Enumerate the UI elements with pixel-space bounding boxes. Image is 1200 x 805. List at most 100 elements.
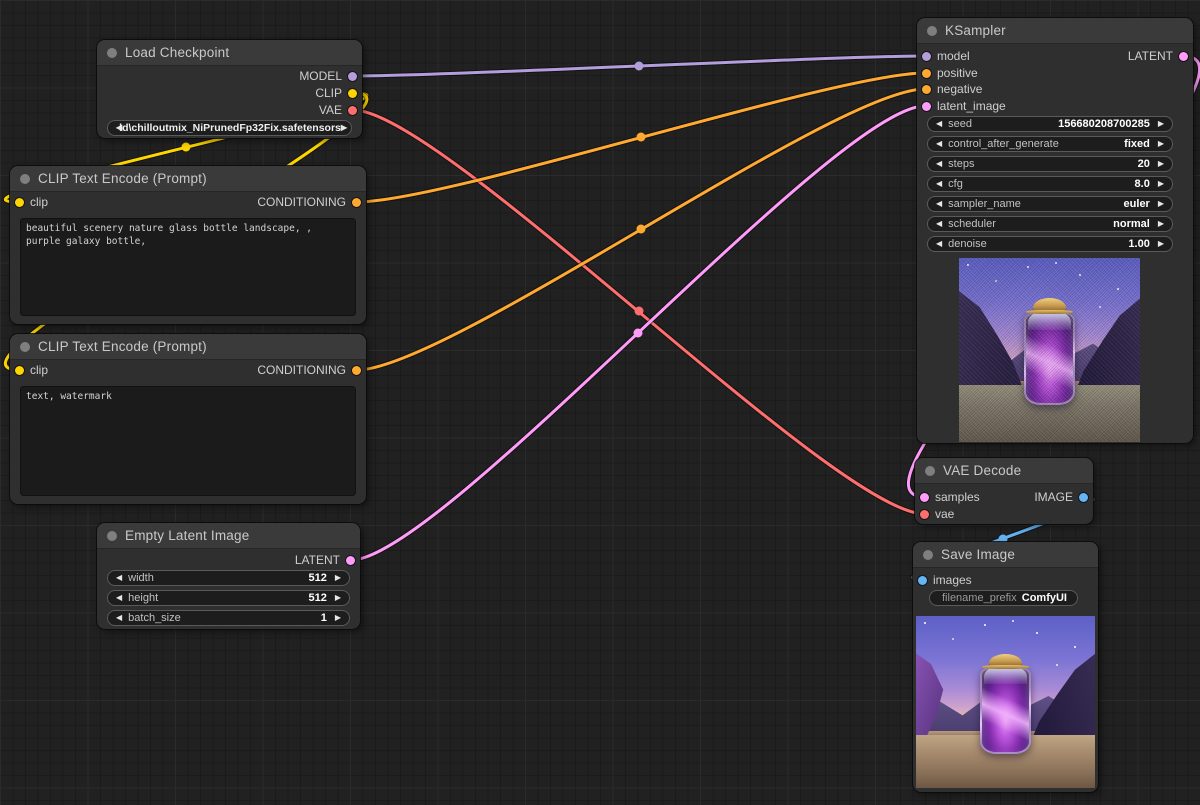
conditioning-port-icon[interactable]	[922, 85, 931, 94]
decrement-arrow-icon[interactable]: ◀	[116, 614, 122, 622]
decrement-arrow-icon[interactable]: ◀	[116, 574, 122, 582]
node-vae-decode[interactable]: VAE Decode samples vae IMAGE	[915, 458, 1093, 524]
conditioning-port-icon[interactable]	[922, 69, 931, 78]
denoise-widget[interactable]: ◀ denoise 1.00 ▶	[927, 236, 1173, 252]
node-save-image[interactable]: Save Image images filename_prefix ComfyU…	[913, 542, 1098, 792]
increment-arrow-icon[interactable]: ▶	[335, 614, 341, 622]
output-latent[interactable]: LATENT	[295, 552, 355, 568]
decrement-arrow-icon[interactable]: ◀	[936, 180, 942, 188]
decrement-arrow-icon[interactable]: ◀	[116, 594, 122, 602]
increment-arrow-icon[interactable]: ▶	[1158, 180, 1164, 188]
image-port-icon[interactable]	[1079, 493, 1088, 502]
link-midpoint-dot[interactable]	[637, 225, 646, 234]
collapse-dot[interactable]	[107, 48, 117, 58]
increment-arrow-icon[interactable]: ▶	[1158, 220, 1164, 228]
input-positive[interactable]: positive	[922, 65, 978, 81]
link-midpoint-dot[interactable]	[182, 143, 191, 152]
increment-arrow-icon[interactable]: ▶	[1158, 200, 1164, 208]
link-midpoint-dot[interactable]	[635, 307, 644, 316]
output-latent[interactable]: LATENT	[1128, 48, 1188, 64]
decrement-arrow-icon[interactable]: ◀	[936, 120, 942, 128]
output-vae[interactable]: VAE	[319, 102, 357, 118]
input-negative[interactable]: negative	[922, 81, 982, 97]
decrement-arrow-icon[interactable]: ◀	[936, 240, 942, 248]
conditioning-port-icon[interactable]	[352, 198, 361, 207]
filename-prefix-widget[interactable]: filename_prefix ComfyUI	[929, 590, 1078, 606]
ckpt-name-widget[interactable]: ◀ ld\chilloutmix_NiPrunedFp32Fix.safeten…	[107, 120, 352, 136]
input-latent-image[interactable]: latent_image	[922, 98, 1006, 114]
cfg-widget[interactable]: ◀ cfg 8.0 ▶	[927, 176, 1173, 192]
output-label: MODEL	[299, 69, 342, 83]
decrement-arrow-icon[interactable]: ◀	[936, 140, 942, 148]
steps-widget[interactable]: ◀ steps 20 ▶	[927, 156, 1173, 172]
node-load-checkpoint[interactable]: Load Checkpoint MODEL CLIP VAE ◀ ld\chil…	[97, 40, 362, 138]
graph-canvas[interactable]: Load Checkpoint MODEL CLIP VAE ◀ ld\chil…	[0, 0, 1200, 805]
increment-arrow-icon[interactable]: ▶	[335, 574, 341, 582]
node-title-bar[interactable]: CLIP Text Encode (Prompt)	[10, 334, 366, 360]
link-midpoint-dot[interactable]	[635, 62, 644, 71]
collapse-dot[interactable]	[923, 550, 933, 560]
increment-arrow-icon[interactable]: ▶	[1158, 140, 1164, 148]
node-clip-text-encode-positive[interactable]: CLIP Text Encode (Prompt) clip CONDITION…	[10, 166, 366, 324]
scheduler-widget[interactable]: ◀ scheduler normal ▶	[927, 216, 1173, 232]
node-clip-text-encode-negative[interactable]: CLIP Text Encode (Prompt) clip CONDITION…	[10, 334, 366, 504]
clip-port-icon[interactable]	[348, 89, 357, 98]
input-samples[interactable]: samples	[920, 489, 980, 505]
collapse-dot[interactable]	[107, 531, 117, 541]
node-title-bar[interactable]: Save Image	[913, 542, 1098, 568]
decrement-arrow-icon[interactable]: ◀	[936, 160, 942, 168]
input-clip[interactable]: clip	[15, 194, 48, 210]
output-conditioning[interactable]: CONDITIONING	[257, 194, 361, 210]
conditioning-port-icon[interactable]	[352, 366, 361, 375]
node-title-bar[interactable]: Empty Latent Image	[97, 523, 360, 549]
collapse-dot[interactable]	[20, 342, 30, 352]
latent-port-icon[interactable]	[922, 102, 931, 111]
seed-widget[interactable]: ◀ seed 156680208700285 ▶	[927, 116, 1173, 132]
node-title-bar[interactable]: CLIP Text Encode (Prompt)	[10, 166, 366, 192]
height-widget[interactable]: ◀ height 512 ▶	[107, 590, 350, 606]
increment-arrow-icon[interactable]: ▶	[1158, 120, 1164, 128]
prompt-textarea[interactable]: beautiful scenery nature glass bottle la…	[20, 218, 356, 316]
model-port-icon[interactable]	[348, 72, 357, 81]
output-clip[interactable]: CLIP	[315, 85, 357, 101]
prompt-textarea[interactable]: text, watermark	[20, 386, 356, 496]
input-clip[interactable]: clip	[15, 362, 48, 378]
input-images[interactable]: images	[918, 572, 972, 588]
node-title-bar[interactable]: VAE Decode	[915, 458, 1093, 484]
collapse-dot[interactable]	[20, 174, 30, 184]
control-after-generate-widget[interactable]: ◀ control_after_generate fixed ▶	[927, 136, 1173, 152]
decrement-arrow-icon[interactable]: ◀	[936, 200, 942, 208]
input-vae[interactable]: vae	[920, 506, 954, 522]
image-port-icon[interactable]	[918, 576, 927, 585]
input-model[interactable]: model	[922, 48, 970, 64]
collapse-dot[interactable]	[925, 466, 935, 476]
link-midpoint-dot[interactable]	[634, 329, 643, 338]
node-title-bar[interactable]: Load Checkpoint	[97, 40, 362, 66]
latent-port-icon[interactable]	[1179, 52, 1188, 61]
output-image[interactable]: IMAGE	[1034, 489, 1088, 505]
decrement-arrow-icon[interactable]: ◀	[936, 220, 942, 228]
clip-port-icon[interactable]	[15, 366, 24, 375]
clip-port-icon[interactable]	[15, 198, 24, 207]
increment-arrow-icon[interactable]: ▶	[1158, 160, 1164, 168]
batch-size-widget[interactable]: ◀ batch_size 1 ▶	[107, 610, 350, 626]
node-ksampler[interactable]: KSampler model positive negative latent_…	[917, 18, 1193, 443]
model-port-icon[interactable]	[922, 52, 931, 61]
vae-port-icon[interactable]	[920, 510, 929, 519]
increment-arrow-icon[interactable]: ▶	[341, 124, 347, 132]
collapse-dot[interactable]	[927, 26, 937, 36]
increment-arrow-icon[interactable]: ▶	[1158, 240, 1164, 248]
link-midpoint-dot[interactable]	[637, 133, 646, 142]
galaxy-bottle-illustration	[1024, 298, 1075, 405]
output-conditioning[interactable]: CONDITIONING	[257, 362, 361, 378]
input-label: images	[933, 573, 972, 587]
increment-arrow-icon[interactable]: ▶	[335, 594, 341, 602]
node-empty-latent-image[interactable]: Empty Latent Image LATENT ◀ width 512 ▶ …	[97, 523, 360, 629]
latent-port-icon[interactable]	[920, 493, 929, 502]
node-title-bar[interactable]: KSampler	[917, 18, 1193, 44]
output-model[interactable]: MODEL	[299, 68, 357, 84]
latent-port-icon[interactable]	[346, 556, 355, 565]
vae-port-icon[interactable]	[348, 106, 357, 115]
width-widget[interactable]: ◀ width 512 ▶	[107, 570, 350, 586]
sampler-name-widget[interactable]: ◀ sampler_name euler ▶	[927, 196, 1173, 212]
